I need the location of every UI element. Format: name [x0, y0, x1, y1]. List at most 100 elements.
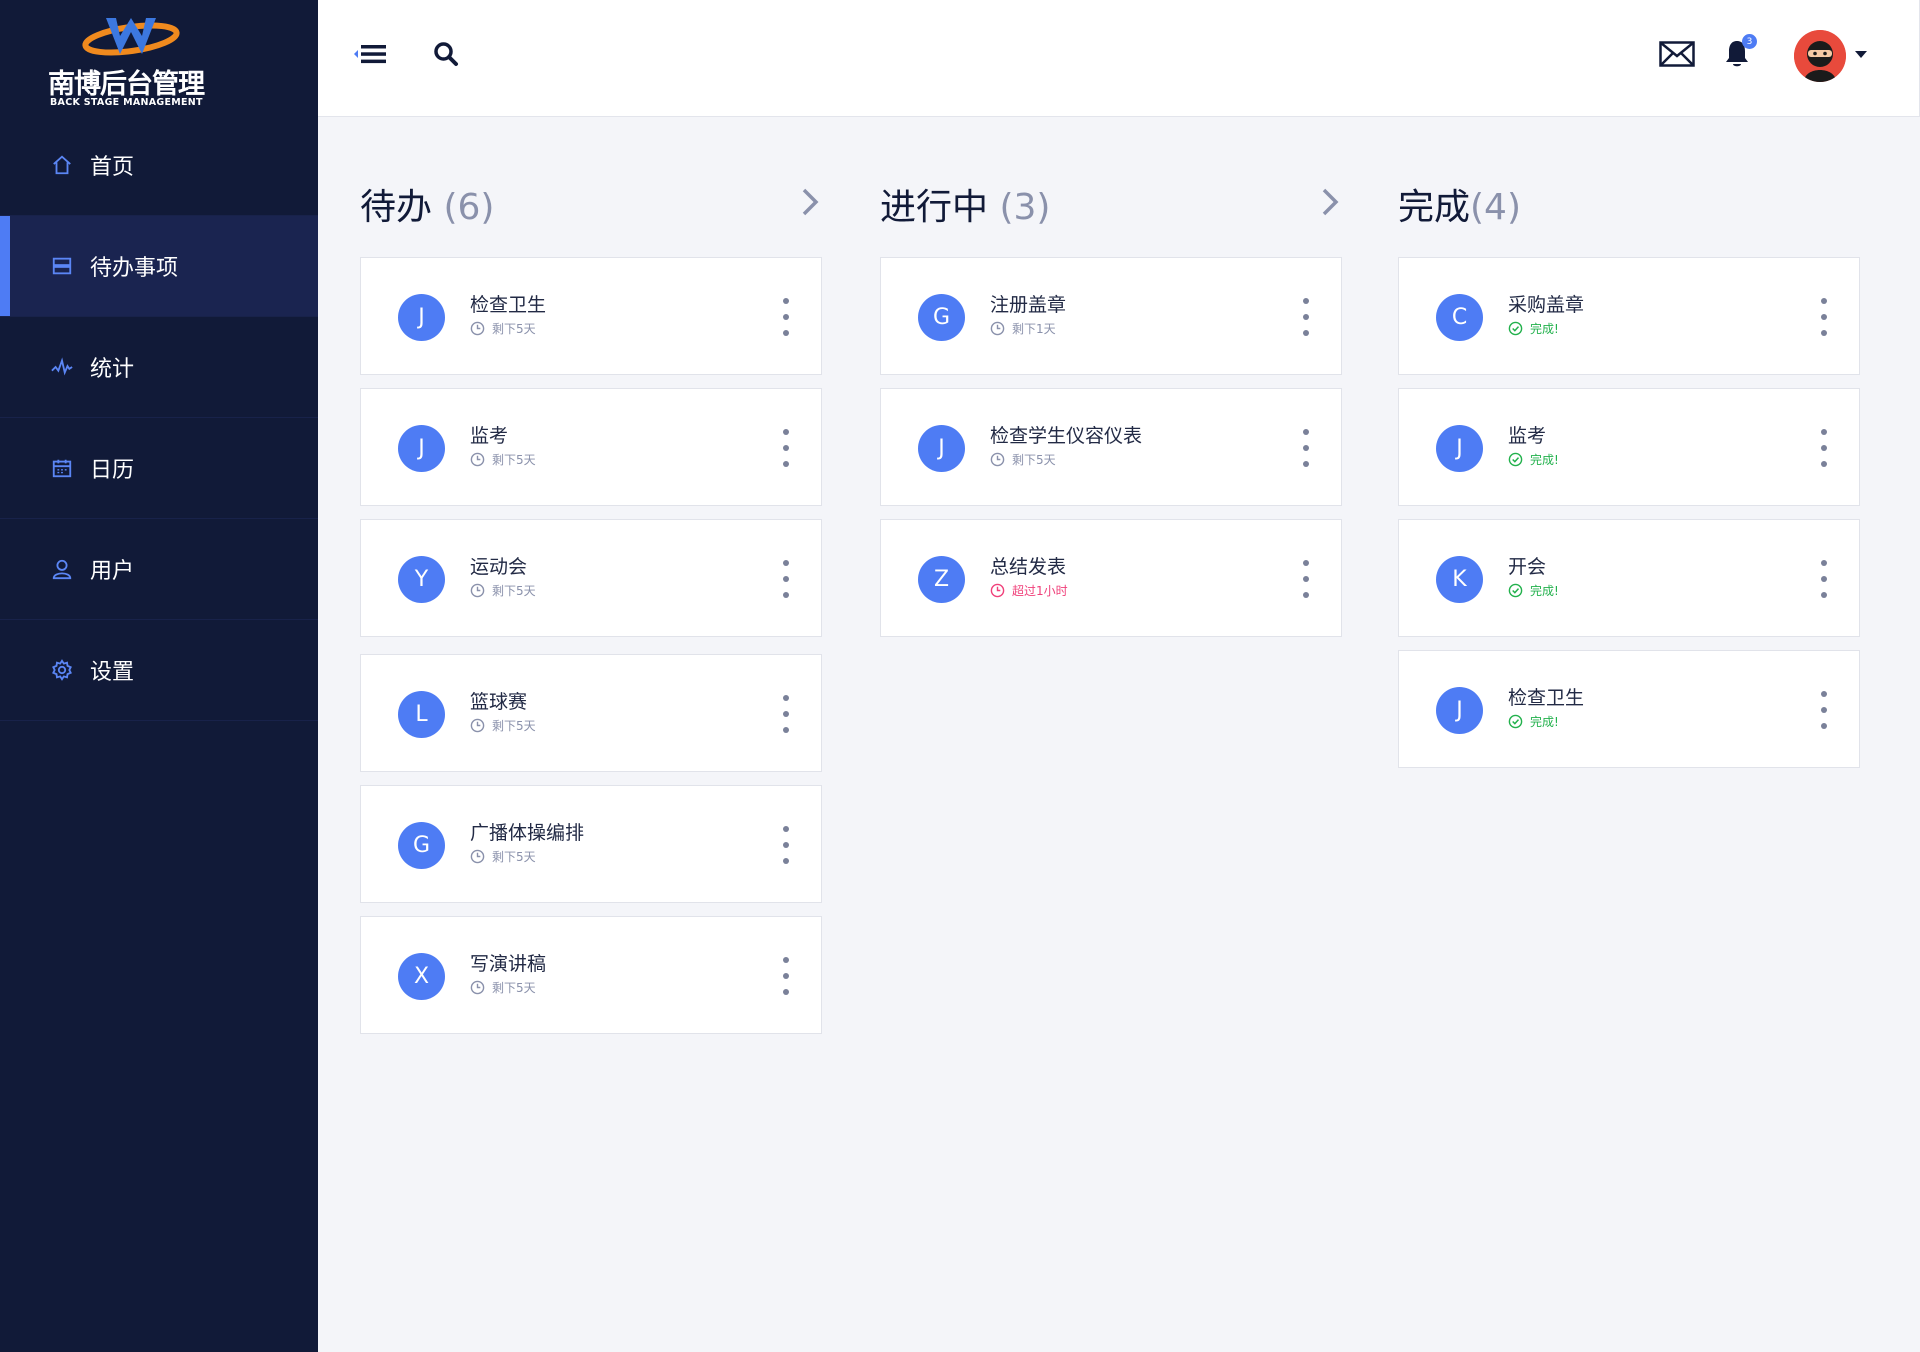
- more-options-icon[interactable]: [1819, 298, 1829, 336]
- task-card[interactable]: J 监考 剩下5天: [360, 388, 822, 506]
- task-status-text: 剩下1天: [1012, 321, 1056, 336]
- column-header: 完成(4): [1398, 178, 1860, 228]
- task-status: 完成!: [1508, 582, 1559, 598]
- user-menu-dropdown[interactable]: [1854, 50, 1868, 60]
- task-card[interactable]: J 检查学生仪容仪表 剩下5天: [880, 388, 1342, 506]
- assignee-avatar: J: [1436, 425, 1483, 472]
- clock-icon: [990, 321, 1005, 335]
- task-status-text: 剩下5天: [492, 452, 536, 467]
- check-circle-icon: [1508, 452, 1523, 466]
- assignee-avatar: Y: [398, 556, 445, 603]
- more-options-icon[interactable]: [1819, 560, 1829, 598]
- task-status: 剩下5天: [470, 979, 536, 995]
- column-done: 完成(4) C 采购盖章 完成! J 监考 完成! K 开会 完成! J 检查卫…: [1398, 178, 1860, 768]
- check-circle-icon: [1508, 321, 1523, 335]
- assignee-avatar: J: [918, 425, 965, 472]
- task-card[interactable]: C 采购盖章 完成!: [1398, 257, 1860, 375]
- task-card[interactable]: J 监考 完成!: [1398, 388, 1860, 506]
- task-title: 注册盖章: [990, 294, 1067, 316]
- sidebar-item-label: 设置: [90, 660, 135, 685]
- task-status-text: 完成!: [1530, 583, 1559, 598]
- ninja-avatar-icon: [1794, 30, 1846, 82]
- sidebar-item-users[interactable]: 用户: [0, 519, 318, 620]
- sidebar-item-label: 用户: [90, 559, 135, 584]
- task-status-text: 完成!: [1530, 714, 1559, 729]
- task-card[interactable]: Z 总结发表 超过1小时: [880, 519, 1342, 637]
- task-card[interactable]: G 广播体操编排 剩下5天: [360, 785, 822, 903]
- search-icon: [434, 42, 458, 66]
- more-options-icon[interactable]: [781, 298, 791, 336]
- task-card[interactable]: K 开会 完成!: [1398, 519, 1860, 637]
- sidebar-item-label: 统计: [90, 357, 135, 382]
- task-status: 剩下5天: [470, 451, 536, 467]
- activity-icon: [50, 355, 74, 379]
- task-status: 剩下5天: [470, 320, 536, 336]
- check-circle-icon: [1508, 714, 1523, 728]
- more-options-icon[interactable]: [781, 560, 791, 598]
- notification-count-badge: 3: [1742, 34, 1757, 49]
- task-status: 完成!: [1508, 713, 1559, 729]
- sidebar-item-calendar[interactable]: 日历: [0, 418, 318, 519]
- more-options-icon[interactable]: [781, 429, 791, 467]
- task-status-text: 完成!: [1530, 321, 1559, 336]
- task-card[interactable]: X 写演讲稿 剩下5天: [360, 916, 822, 1034]
- calendar-icon: [50, 456, 74, 480]
- assignee-avatar: G: [398, 822, 445, 869]
- more-options-icon[interactable]: [781, 695, 791, 733]
- task-status-text: 剩下5天: [1012, 452, 1056, 467]
- more-options-icon[interactable]: [1301, 560, 1311, 598]
- assignee-avatar: J: [1436, 687, 1483, 734]
- sidebar-item-label: 首页: [90, 155, 135, 180]
- assignee-avatar: L: [398, 691, 445, 738]
- assignee-avatar: J: [398, 294, 445, 341]
- sidebar-item-home[interactable]: 首页: [0, 115, 318, 216]
- clock-icon: [470, 718, 485, 732]
- task-card[interactable]: L 篮球赛 剩下5天: [360, 654, 822, 772]
- notifications-button[interactable]: 3: [1723, 34, 1757, 70]
- search-button[interactable]: [432, 40, 460, 68]
- more-options-icon[interactable]: [1819, 691, 1829, 729]
- mail-icon: [1659, 41, 1695, 67]
- column-title: 进行中 (3): [880, 187, 1051, 228]
- chevron-right-icon[interactable]: [1314, 184, 1344, 220]
- more-options-icon[interactable]: [1301, 429, 1311, 467]
- task-card[interactable]: G 注册盖章 剩下1天: [880, 257, 1342, 375]
- task-title: 写演讲稿: [470, 953, 547, 975]
- column-count: (6): [443, 187, 495, 228]
- sidebar-item-settings[interactable]: 设置: [0, 620, 318, 721]
- more-options-icon[interactable]: [781, 826, 791, 864]
- menu-toggle-button[interactable]: [354, 40, 386, 68]
- task-title: 广播体操编排: [470, 822, 585, 844]
- sidebar-item-todo[interactable]: 待办事项: [0, 216, 318, 317]
- sidebar-nav: 首页 待办事项 统计 日历 用户 设置: [0, 115, 318, 721]
- task-card[interactable]: J 检查卫生 剩下5天: [360, 257, 822, 375]
- list-icon: [50, 254, 74, 278]
- logo[interactable]: 南博后台管理 BACK STAGE MANAGEMENT: [48, 14, 208, 108]
- task-status: 剩下1天: [990, 320, 1056, 336]
- task-status-text: 剩下5天: [492, 980, 536, 995]
- task-status: 完成!: [1508, 451, 1559, 467]
- clock-icon: [470, 849, 485, 863]
- more-options-icon[interactable]: [781, 957, 791, 995]
- assignee-avatar: X: [398, 953, 445, 1000]
- check-circle-icon: [1508, 583, 1523, 597]
- sidebar-item-stats[interactable]: 统计: [0, 317, 318, 418]
- mail-button[interactable]: [1658, 40, 1696, 68]
- task-status-text: 剩下5天: [492, 321, 536, 336]
- task-title: 监考: [470, 425, 509, 447]
- task-card[interactable]: J 检查卫生 完成!: [1398, 650, 1860, 768]
- column-header: 待办 (6): [360, 178, 824, 228]
- column-header: 进行中 (3): [880, 178, 1344, 228]
- task-status-text: 完成!: [1530, 452, 1559, 467]
- clock-icon: [990, 452, 1005, 466]
- task-title: 篮球赛: [470, 691, 528, 713]
- more-options-icon[interactable]: [1819, 429, 1829, 467]
- user-avatar[interactable]: [1794, 30, 1846, 82]
- chevron-right-icon[interactable]: [794, 184, 824, 220]
- more-options-icon[interactable]: [1301, 298, 1311, 336]
- task-title: 总结发表: [990, 556, 1067, 578]
- task-card[interactable]: Y 运动会 剩下5天: [360, 519, 822, 637]
- task-status-text: 剩下5天: [492, 718, 536, 733]
- task-title: 检查学生仪容仪表: [990, 425, 1143, 447]
- sidebar-item-label: 待办事项: [90, 256, 179, 281]
